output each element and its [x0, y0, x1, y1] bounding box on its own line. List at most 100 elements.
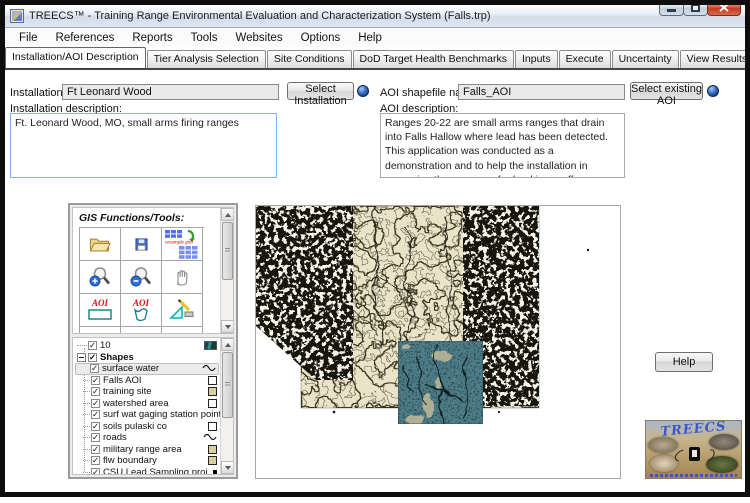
tab-installation-aoi-description[interactable]: Installation/AOI Description	[5, 47, 146, 68]
scroll-down-arrow[interactable]	[221, 461, 234, 474]
menu-tools[interactable]: Tools	[182, 30, 227, 46]
zoom-in-tool[interactable]	[80, 261, 121, 294]
scroll-up-arrow[interactable]	[221, 338, 234, 351]
tab-site-conditions[interactable]: Site Conditions	[267, 50, 352, 68]
layer-row[interactable]: ✓ watershed area	[75, 398, 219, 410]
maximize-icon	[691, 4, 700, 12]
layer-row[interactable]: ✓ CSU Lead Sampling proj	[75, 467, 219, 476]
checkbox-checked[interactable]: ✓	[90, 364, 99, 373]
checkbox-checked[interactable]: ✓	[91, 387, 100, 396]
checkbox-checked[interactable]: ✓	[91, 399, 100, 408]
layer-label: flw boundary	[103, 455, 157, 466]
checkbox-checked[interactable]: ✓	[91, 445, 100, 454]
checkbox-checked[interactable]: ✓	[91, 422, 100, 431]
help-orb-icon[interactable]	[707, 85, 719, 97]
square-symbol-icon	[208, 445, 217, 454]
menu-file[interactable]: File	[10, 30, 47, 46]
gis-tool-partial[interactable]	[162, 327, 203, 334]
checkbox-checked[interactable]: ✓	[88, 341, 97, 350]
aoi-shapefile-input[interactable]	[458, 84, 625, 100]
gis-tool-partial[interactable]	[80, 327, 121, 334]
aoi-rectangle-tool[interactable]: AOI	[80, 294, 121, 327]
close-button[interactable]	[707, 0, 741, 16]
logo-caption-text	[650, 474, 737, 477]
square-symbol-icon	[208, 387, 217, 396]
gis-panel: GIS Functions/Tools:	[68, 203, 238, 479]
gis-tool-partial[interactable]	[121, 327, 162, 334]
checkbox-checked[interactable]: ✓	[91, 410, 100, 419]
measure-draw-tool[interactable]	[162, 294, 203, 327]
logo-photo-oval-icon	[648, 437, 678, 453]
menu-references[interactable]: References	[47, 30, 124, 46]
checkbox-checked[interactable]: ✓	[88, 353, 97, 362]
help-button[interactable]: Help	[655, 352, 713, 372]
select-installation-button[interactable]: Select Installation	[287, 82, 354, 100]
menu-help[interactable]: Help	[349, 30, 391, 46]
map-canvas[interactable]	[256, 206, 620, 478]
menu-reports[interactable]: Reports	[123, 30, 181, 46]
save-icon	[135, 238, 148, 251]
installation-description-textarea[interactable]: Ft. Leonard Wood, MO, small arms firing …	[10, 113, 277, 178]
checkbox-checked[interactable]: ✓	[91, 376, 100, 385]
layer-row[interactable]: ✓ military range area	[75, 444, 219, 456]
zoom-out-tool[interactable]	[121, 261, 162, 294]
tab-view-results[interactable]: View Results	[680, 50, 750, 68]
layer-row[interactable]: ✓ surf wat gaging station point	[75, 409, 219, 421]
title-bar: TREECS™ - Training Range Environmental E…	[5, 5, 745, 28]
help-orb-icon[interactable]	[357, 85, 369, 97]
maximize-button[interactable]	[683, 0, 708, 16]
window-controls	[660, 0, 741, 16]
layer-row-selected[interactable]: ✓ surface water	[75, 363, 219, 375]
save-tool[interactable]	[121, 228, 162, 261]
installation-name-input[interactable]	[62, 84, 279, 100]
checkbox-checked[interactable]: ✓	[91, 468, 100, 475]
select-existing-aoi-button[interactable]: Select existing AOI	[630, 82, 703, 100]
tab-execute[interactable]: Execute	[559, 50, 611, 68]
minimize-button[interactable]	[659, 0, 684, 16]
tab-inputs[interactable]: Inputs	[515, 50, 558, 68]
menu-websites[interactable]: Websites	[226, 30, 291, 46]
layer-group-label: Shapes	[100, 352, 134, 363]
aoi-polygon-tool[interactable]: AOI	[121, 294, 162, 327]
menu-bar: File References Reports Tools Websites O…	[5, 28, 745, 47]
svg-text:resample grid: resample grid	[165, 240, 193, 245]
layer-group-shapes[interactable]: ✓ Shapes	[75, 352, 219, 364]
menu-options[interactable]: Options	[292, 30, 350, 46]
square-symbol-icon	[208, 422, 217, 431]
layer-row[interactable]: ✓ roads	[75, 432, 219, 444]
collapse-toggle-icon[interactable]	[77, 353, 86, 362]
tools-scrollbar-thumb[interactable]	[222, 222, 233, 280]
layer-label: surf wat gaging station point	[103, 409, 221, 420]
square-symbol-icon	[208, 399, 217, 408]
map-viewport[interactable]	[255, 205, 621, 479]
zoom-in-icon	[88, 265, 112, 289]
gis-tool-grid: resample grid	[79, 227, 204, 334]
tab-dod-target-health-benchmarks[interactable]: DoD Target Health Benchmarks	[353, 50, 514, 68]
scroll-down-arrow[interactable]	[221, 320, 234, 333]
tab-uncertainty[interactable]: Uncertainty	[612, 50, 679, 68]
layer-row[interactable]: ✓ training site	[75, 386, 219, 398]
open-folder-tool[interactable]	[80, 228, 121, 261]
layer-label: surface water	[102, 363, 159, 374]
aoi-polygon-icon	[132, 308, 150, 322]
checkbox-checked[interactable]: ✓	[91, 433, 100, 442]
minimize-icon	[667, 9, 676, 12]
scroll-up-arrow[interactable]	[221, 208, 234, 221]
aoi-description-textarea[interactable]: Ranges 20-22 are small arms ranges that …	[380, 113, 625, 178]
resample-grid-tool[interactable]: resample grid	[162, 228, 203, 261]
layer-label: watershed area	[103, 398, 168, 409]
layer-row[interactable]: ✓ soils pulaski co	[75, 421, 219, 433]
logo-center-emblem-icon	[689, 447, 700, 461]
square-symbol-icon	[208, 456, 217, 465]
layer-row-raster[interactable]: ✓ 10	[75, 340, 219, 352]
layers-scrollbar-thumb[interactable]	[222, 352, 233, 418]
tools-scrollbar[interactable]	[220, 208, 233, 333]
pan-tool[interactable]	[162, 261, 203, 294]
aoi-rectangle-label: AOI	[92, 299, 108, 308]
tab-tier-analysis-selection[interactable]: Tier Analysis Selection	[147, 50, 266, 68]
layers-scrollbar[interactable]	[220, 338, 233, 474]
aoi-rectangle-icon	[87, 308, 113, 321]
layer-row[interactable]: ✓ flw boundary	[75, 455, 219, 467]
checkbox-checked[interactable]: ✓	[91, 456, 100, 465]
layer-row[interactable]: ✓ Falls AOI	[75, 375, 219, 387]
